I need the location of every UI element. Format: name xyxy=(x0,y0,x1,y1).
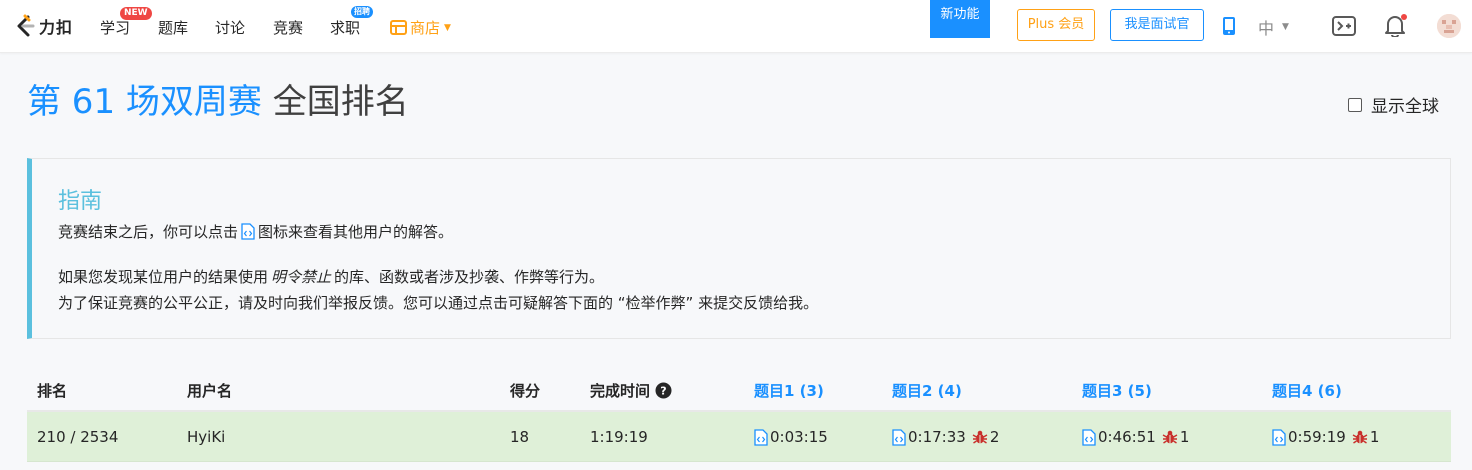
phone-icon[interactable] xyxy=(1222,16,1236,36)
nav-item-learn[interactable]: 学习 xyxy=(100,17,130,38)
nav-item-store[interactable]: 商店 ▼ xyxy=(390,17,451,38)
problem-2-penalty: 2 xyxy=(989,428,1000,446)
header-username: 用户名 xyxy=(187,382,233,400)
problem-3-time: 0:46:51 xyxy=(1098,428,1156,446)
svg-text:?: ? xyxy=(660,385,666,398)
guide-line-3: 为了保证竞赛的公平公正，请及时向我们举报反馈。您可以通过点击可疑解答下面的 “检… xyxy=(58,294,819,312)
ranking-table-header: 排名 用户名 得分 完成时间 ? 题目1 (3) 题目2 (4) 题目3 (5)… xyxy=(27,366,1451,412)
problem-4-penalty: 1 xyxy=(1369,428,1380,446)
store-label: 商店 xyxy=(410,19,441,37)
header-problem-1[interactable]: 题目1 (3) xyxy=(754,380,824,401)
code-file-icon[interactable] xyxy=(892,428,906,446)
show-global-toggle[interactable]: 显示全球 xyxy=(1348,92,1439,117)
avatar[interactable] xyxy=(1437,14,1461,38)
show-global-checkbox[interactable] xyxy=(1348,97,1362,112)
playground-icon[interactable] xyxy=(1332,16,1356,36)
plus-membership-button[interactable]: Plus 会员 xyxy=(1017,9,1095,41)
chevron-down-icon: ▼ xyxy=(444,22,451,33)
guide-line-1: 竞赛结束之后，你可以点击 图标来查看其他用户的解答。 xyxy=(58,221,453,242)
guide-text: 竞赛结束之后，你可以点击 xyxy=(58,223,239,241)
store-icon xyxy=(390,20,407,35)
interviewer-button[interactable]: 我是面试官 xyxy=(1110,9,1204,41)
contest-name-link[interactable]: 第 61 场双周赛 xyxy=(27,82,262,122)
problem-4-cell: 0:59:19 1 xyxy=(1272,428,1379,446)
guide-text: 的库、函数或者涉及抄袭、作弊等行为。 xyxy=(334,268,605,286)
new-badge: NEW xyxy=(120,7,152,20)
bug-icon xyxy=(1162,430,1178,444)
leetcode-logo-icon xyxy=(17,14,35,37)
problem-1-cell: 0:03:15 xyxy=(754,428,828,446)
code-file-icon[interactable] xyxy=(1082,428,1096,446)
guide-line-2: 如果您发现某位用户的结果使用 明令禁止 的库、函数或者涉及抄袭、作弊等行为。 xyxy=(58,266,604,287)
table-row: 210 / 2534 HyiKi 18 1:19:19 0:03:15 0:17… xyxy=(27,412,1451,462)
nav-item-discuss[interactable]: 讨论 xyxy=(215,17,245,38)
header-score: 得分 xyxy=(510,382,541,400)
nav-item-problems[interactable]: 题库 xyxy=(158,17,188,38)
guide-text: 图标来查看其他用户的解答。 xyxy=(258,223,454,241)
header-problem-2[interactable]: 题目2 (4) xyxy=(892,380,962,401)
finish-time-cell: 1:19:19 xyxy=(590,428,648,446)
rank-cell: 210 / 2534 xyxy=(37,428,119,446)
guide-title: 指南 xyxy=(58,189,103,214)
problem-3-cell: 0:46:51 1 xyxy=(1082,428,1189,446)
problem-3-penalty: 1 xyxy=(1179,428,1190,446)
show-global-label: 显示全球 xyxy=(1371,97,1439,117)
nav-item-contest[interactable]: 竞赛 xyxy=(273,17,303,38)
header-finish-time: 完成时间 ? xyxy=(590,380,672,401)
nav-item-jobs[interactable]: 求职 xyxy=(330,17,360,38)
code-file-icon xyxy=(241,223,255,240)
username-cell[interactable]: HyiKi xyxy=(187,428,225,446)
guide-panel: 指南 竞赛结束之后，你可以点击 图标来查看其他用户的解答。 如果您发现某位用户的… xyxy=(27,158,1451,339)
leetcode-logo[interactable]: 力扣 xyxy=(14,14,73,38)
code-file-icon[interactable] xyxy=(1272,428,1286,446)
help-icon[interactable]: ? xyxy=(655,382,672,399)
header-problem-3[interactable]: 题目3 (5) xyxy=(1082,380,1152,401)
notification-dot xyxy=(1401,14,1407,20)
header-finish-time-label: 完成时间 xyxy=(590,382,651,400)
header-rank: 排名 xyxy=(37,382,68,400)
new-feature-ribbon-tail xyxy=(930,30,990,38)
code-file-icon[interactable] xyxy=(754,428,768,446)
problem-2-time: 0:17:33 xyxy=(908,428,966,446)
logo-text: 力扣 xyxy=(39,18,74,37)
problem-2-cell: 0:17:33 2 xyxy=(892,428,999,446)
language-label: 中 xyxy=(1258,19,1275,38)
hiring-badge: 招聘 xyxy=(351,6,373,18)
chevron-down-icon: ▼ xyxy=(1282,22,1289,32)
problem-1-time: 0:03:15 xyxy=(770,428,828,446)
header-problem-4[interactable]: 题目4 (6) xyxy=(1272,380,1342,401)
score-cell: 18 xyxy=(510,428,530,446)
top-navbar: 力扣 学习 NEW 题库 讨论 竞赛 求职 招聘 商店 ▼ 新功能 Plus 会… xyxy=(0,0,1472,53)
bug-icon xyxy=(972,430,988,444)
ranking-scope: 全国排名 xyxy=(272,82,409,122)
avatar-image xyxy=(1437,14,1461,38)
guide-emphasis: 明令禁止 xyxy=(271,268,332,286)
bug-icon xyxy=(1352,430,1368,444)
problem-4-time: 0:59:19 xyxy=(1288,428,1346,446)
page-title: 第 61 场双周赛 全国排名 xyxy=(27,80,409,124)
guide-text: 如果您发现某位用户的结果使用 xyxy=(58,268,269,286)
language-selector[interactable]: 中 ▼ xyxy=(1258,15,1289,39)
